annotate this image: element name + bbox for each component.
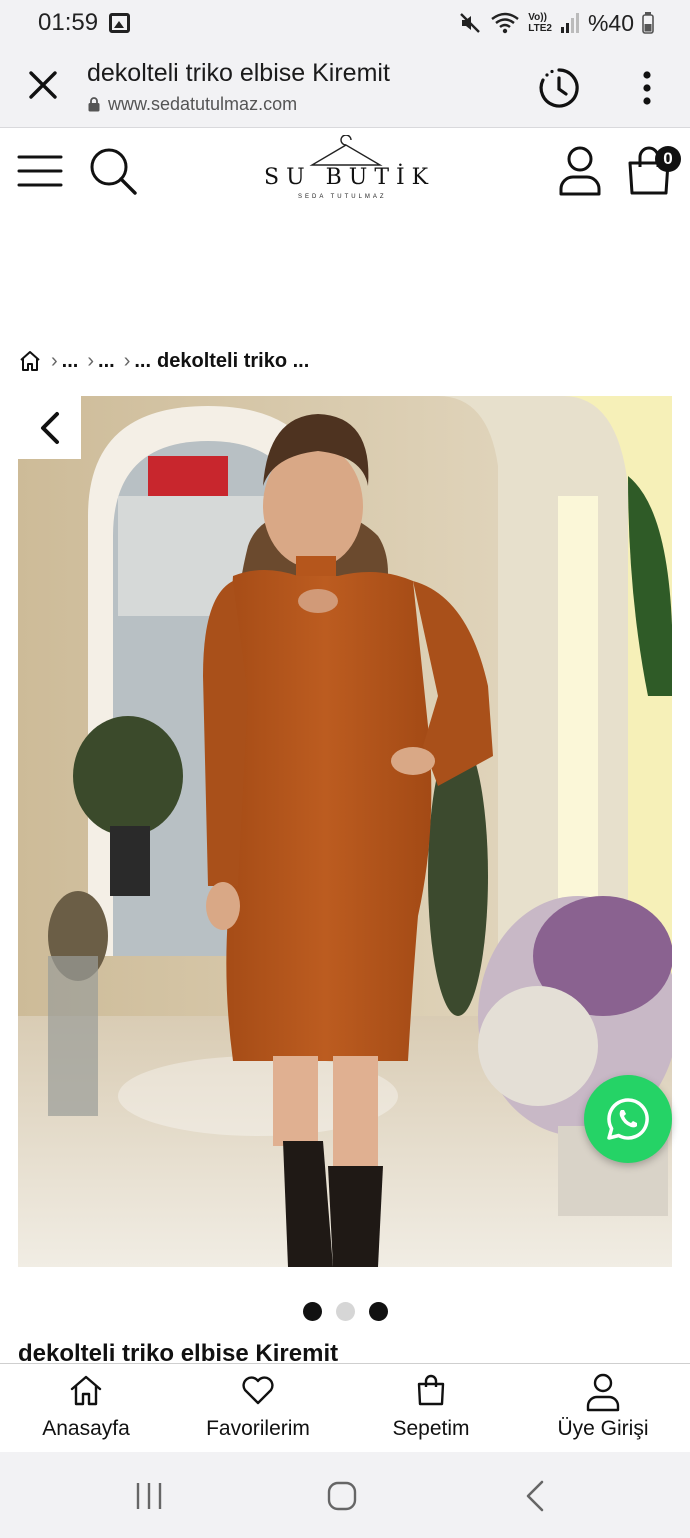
breadcrumb-separator: › [51, 349, 58, 372]
browser-page-title: dekolteli triko elbise Kiremit [87, 59, 390, 87]
nav-favorites[interactable]: Favorilerim [172, 1364, 344, 1453]
browser-bar: dekolteli triko elbise Kiremit www.sedat… [0, 46, 690, 128]
user-icon [586, 1373, 620, 1412]
bag-icon [417, 1374, 445, 1406]
breadcrumb-item[interactable]: ... [134, 350, 151, 373]
breadcrumb-current: dekolteli triko ... [157, 349, 310, 372]
gallery-pagination [303, 1302, 388, 1321]
back-icon[interactable] [516, 1476, 556, 1516]
search-icon[interactable] [88, 146, 138, 196]
status-icons: Vo)) LTE2 %40 [458, 9, 654, 37]
more-vert-icon[interactable] [632, 68, 662, 108]
nav-label: Anasayfa [42, 1417, 130, 1440]
signal-icon [560, 13, 579, 33]
nav-cart[interactable]: Sepetim [345, 1364, 517, 1453]
breadcrumb-item[interactable]: ... [62, 350, 79, 373]
browser-url-row[interactable]: www.sedatutulmaz.com [88, 94, 297, 115]
whatsapp-button[interactable] [584, 1075, 672, 1163]
nav-label: Favorilerim [206, 1417, 310, 1440]
breadcrumb-separator: › [87, 349, 95, 372]
gallery-icon [109, 13, 130, 33]
breadcrumb: › ... › ... › ... dekolteli triko ... [18, 346, 309, 376]
logo-subtitle: SEDA TUTULMAZ [298, 194, 387, 200]
menu-icon[interactable] [17, 153, 63, 189]
logo-text: SU BUTİK [264, 165, 436, 190]
battery-percent: %40 [587, 9, 634, 36]
cart-count-badge: 0 [655, 146, 681, 172]
nav-login[interactable]: Üye Girişi [517, 1364, 689, 1453]
history-icon[interactable] [537, 66, 581, 110]
status-bar: 01:59 Vo)) LTE2 %40 [0, 0, 690, 46]
product-image[interactable] [18, 396, 672, 1267]
home-icon [70, 1375, 102, 1406]
nav-label: Sepetim [392, 1417, 470, 1440]
status-time: 01:59 [38, 9, 99, 36]
nav-label: Üye Girişi [557, 1417, 649, 1440]
hanger-icon [309, 135, 383, 166]
whatsapp-icon [607, 1098, 649, 1140]
breadcrumb-item[interactable]: ... [98, 350, 115, 373]
home-nav-icon[interactable] [322, 1476, 362, 1516]
gallery-prev-button[interactable] [18, 396, 81, 459]
breadcrumb-separator: › [123, 349, 131, 372]
mute-icon [460, 13, 481, 33]
user-icon[interactable] [557, 145, 603, 197]
chevron-left-icon [40, 411, 59, 444]
nav-home[interactable]: Anasayfa [0, 1364, 172, 1453]
wifi-icon [491, 12, 519, 34]
gallery-dot[interactable] [303, 1302, 322, 1321]
recent-apps-icon[interactable] [129, 1476, 169, 1516]
cart-button[interactable]: 0 [626, 145, 681, 197]
browser-url: www.sedatutulmaz.com [108, 94, 298, 114]
site-header: SU BUTİK SEDA TUTULMAZ 0 [0, 129, 690, 224]
battery-icon [642, 12, 654, 34]
lock-icon [88, 97, 100, 112]
gallery-dot[interactable] [369, 1302, 388, 1321]
android-nav-bar [0, 1452, 690, 1538]
site-logo[interactable]: SU BUTİK SEDA TUTULMAZ [262, 135, 432, 207]
product-photo [18, 396, 672, 1267]
network-label: Vo)) LTE2 [528, 12, 552, 34]
bottom-nav: Anasayfa Favorilerim Sepetim Üye Girişi [0, 1363, 690, 1452]
close-icon[interactable] [26, 68, 60, 102]
gallery-dot-active[interactable] [336, 1302, 355, 1321]
heart-icon [242, 1376, 274, 1405]
home-icon[interactable] [18, 349, 42, 373]
